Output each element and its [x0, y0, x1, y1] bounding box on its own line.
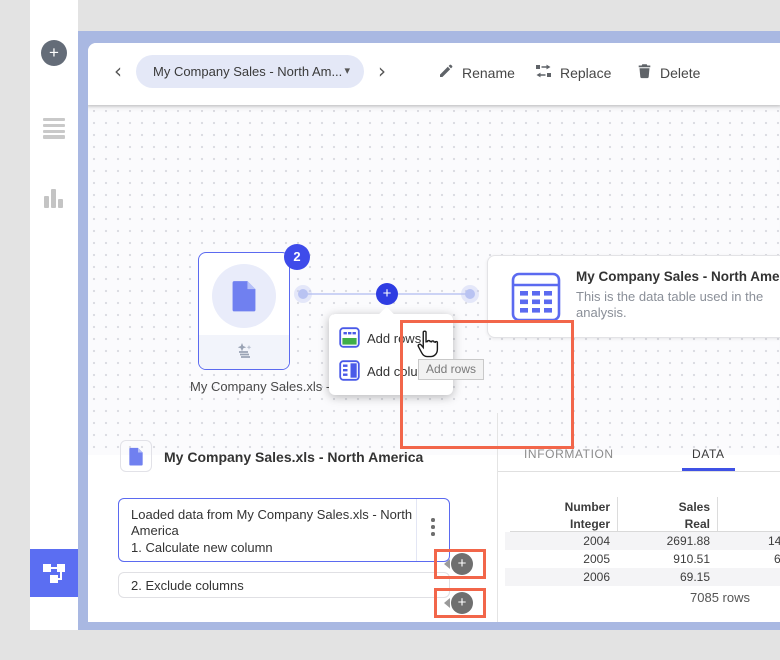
step-label: 1. Calculate new column	[131, 540, 273, 555]
source-file-badge	[120, 440, 152, 472]
cell-year: 2006	[540, 570, 610, 584]
swap-icon	[535, 63, 552, 84]
menu-pointer	[379, 307, 395, 323]
app-sidebar: +	[30, 0, 78, 630]
plus-icon: +	[383, 285, 392, 302]
plus-icon: +	[49, 43, 59, 62]
insert-step-button-2[interactable]: +	[451, 592, 473, 614]
cell-sales: 69.15	[615, 570, 710, 584]
step-count-badge: 2	[284, 244, 310, 270]
table-row: 2004 2691.88 14	[505, 532, 780, 550]
cell-year: 2005	[540, 552, 610, 566]
canvas-toolbar: ‹ My Company Sales - North Am... ▾ › Ren…	[88, 43, 780, 105]
rename-label: Rename	[462, 65, 515, 81]
dataset-dropdown[interactable]: My Company Sales - North Am... ▾	[136, 55, 364, 88]
data-canvas-nav-tile[interactable]	[30, 549, 78, 597]
delete-label: Delete	[660, 65, 700, 81]
previous-dataset-button[interactable]: ‹	[114, 59, 122, 83]
data-panel-icon[interactable]	[43, 118, 65, 141]
tab-information[interactable]: INFORMATION	[524, 447, 614, 471]
cell-clipped: 14	[768, 534, 780, 548]
insert-step-button-1[interactable]: +	[451, 553, 473, 575]
table-node-title: My Company Sales - North America	[576, 269, 780, 284]
tabs-divider	[498, 471, 780, 472]
column-divider	[717, 497, 718, 531]
column-header-number: Number	[540, 500, 610, 514]
add-page-button[interactable]: +	[41, 40, 67, 66]
visualizations-icon[interactable]	[43, 188, 65, 208]
insert-arrow-icon	[444, 559, 450, 569]
add-rows-icon	[339, 327, 360, 353]
cell-year: 2004	[540, 534, 610, 548]
step-divider	[416, 499, 417, 561]
chevron-down-icon: ▾	[344, 64, 350, 77]
connector-endpoint-left[interactable]	[298, 289, 308, 299]
node-icon-circle	[212, 264, 276, 328]
connector-endpoint-right[interactable]	[465, 289, 475, 299]
replace-label: Replace	[560, 65, 611, 81]
column-header-sales: Sales	[615, 500, 710, 514]
data-table-node[interactable]: My Company Sales - North America This is…	[487, 255, 780, 338]
cell-clipped: 6	[774, 552, 780, 566]
dataset-dropdown-value: My Company Sales - North Am...	[153, 64, 342, 79]
column-divider	[617, 497, 618, 531]
step-exclude-columns[interactable]: 2. Exclude columns	[118, 572, 450, 598]
trash-icon	[637, 63, 652, 84]
row-count-label: 7085 rows	[660, 590, 780, 605]
delete-button[interactable]: Delete	[637, 57, 700, 89]
step-description: Loaded data from My Company Sales.xls - …	[131, 507, 417, 539]
column-type-real: Real	[615, 517, 710, 531]
rename-button[interactable]: Rename	[438, 57, 515, 89]
table-row: 2006 69.15	[505, 568, 780, 586]
cell-sales: 910.51	[615, 552, 710, 566]
next-dataset-button[interactable]: ›	[378, 59, 386, 83]
details-source-title: My Company Sales.xls - North America	[164, 449, 423, 465]
mouse-cursor-icon	[414, 330, 440, 365]
table-row: 2005 910.51 6	[505, 550, 780, 568]
kebab-menu-icon[interactable]	[428, 518, 438, 539]
graphical-canvas[interactable]: + 2	[88, 105, 780, 455]
step-label: 2. Exclude columns	[131, 578, 244, 593]
replace-button[interactable]: Replace	[535, 57, 611, 89]
tab-data[interactable]: DATA	[682, 447, 735, 471]
cell-sales: 2691.88	[615, 534, 710, 548]
column-type-integer: Integer	[540, 517, 610, 531]
step-loaded-data[interactable]: Loaded data from My Company Sales.xls - …	[118, 498, 450, 562]
table-node-description: This is the data table used in the analy…	[576, 289, 780, 321]
plus-icon: +	[458, 555, 467, 572]
source-file-node[interactable]	[198, 252, 290, 370]
add-columns-icon	[339, 360, 360, 386]
pencil-icon	[438, 63, 454, 84]
node-footer	[199, 335, 289, 369]
insert-arrow-icon	[444, 598, 450, 608]
details-divider	[497, 413, 498, 622]
plus-icon: +	[458, 594, 467, 611]
connector-add-button[interactable]: +	[376, 283, 398, 305]
